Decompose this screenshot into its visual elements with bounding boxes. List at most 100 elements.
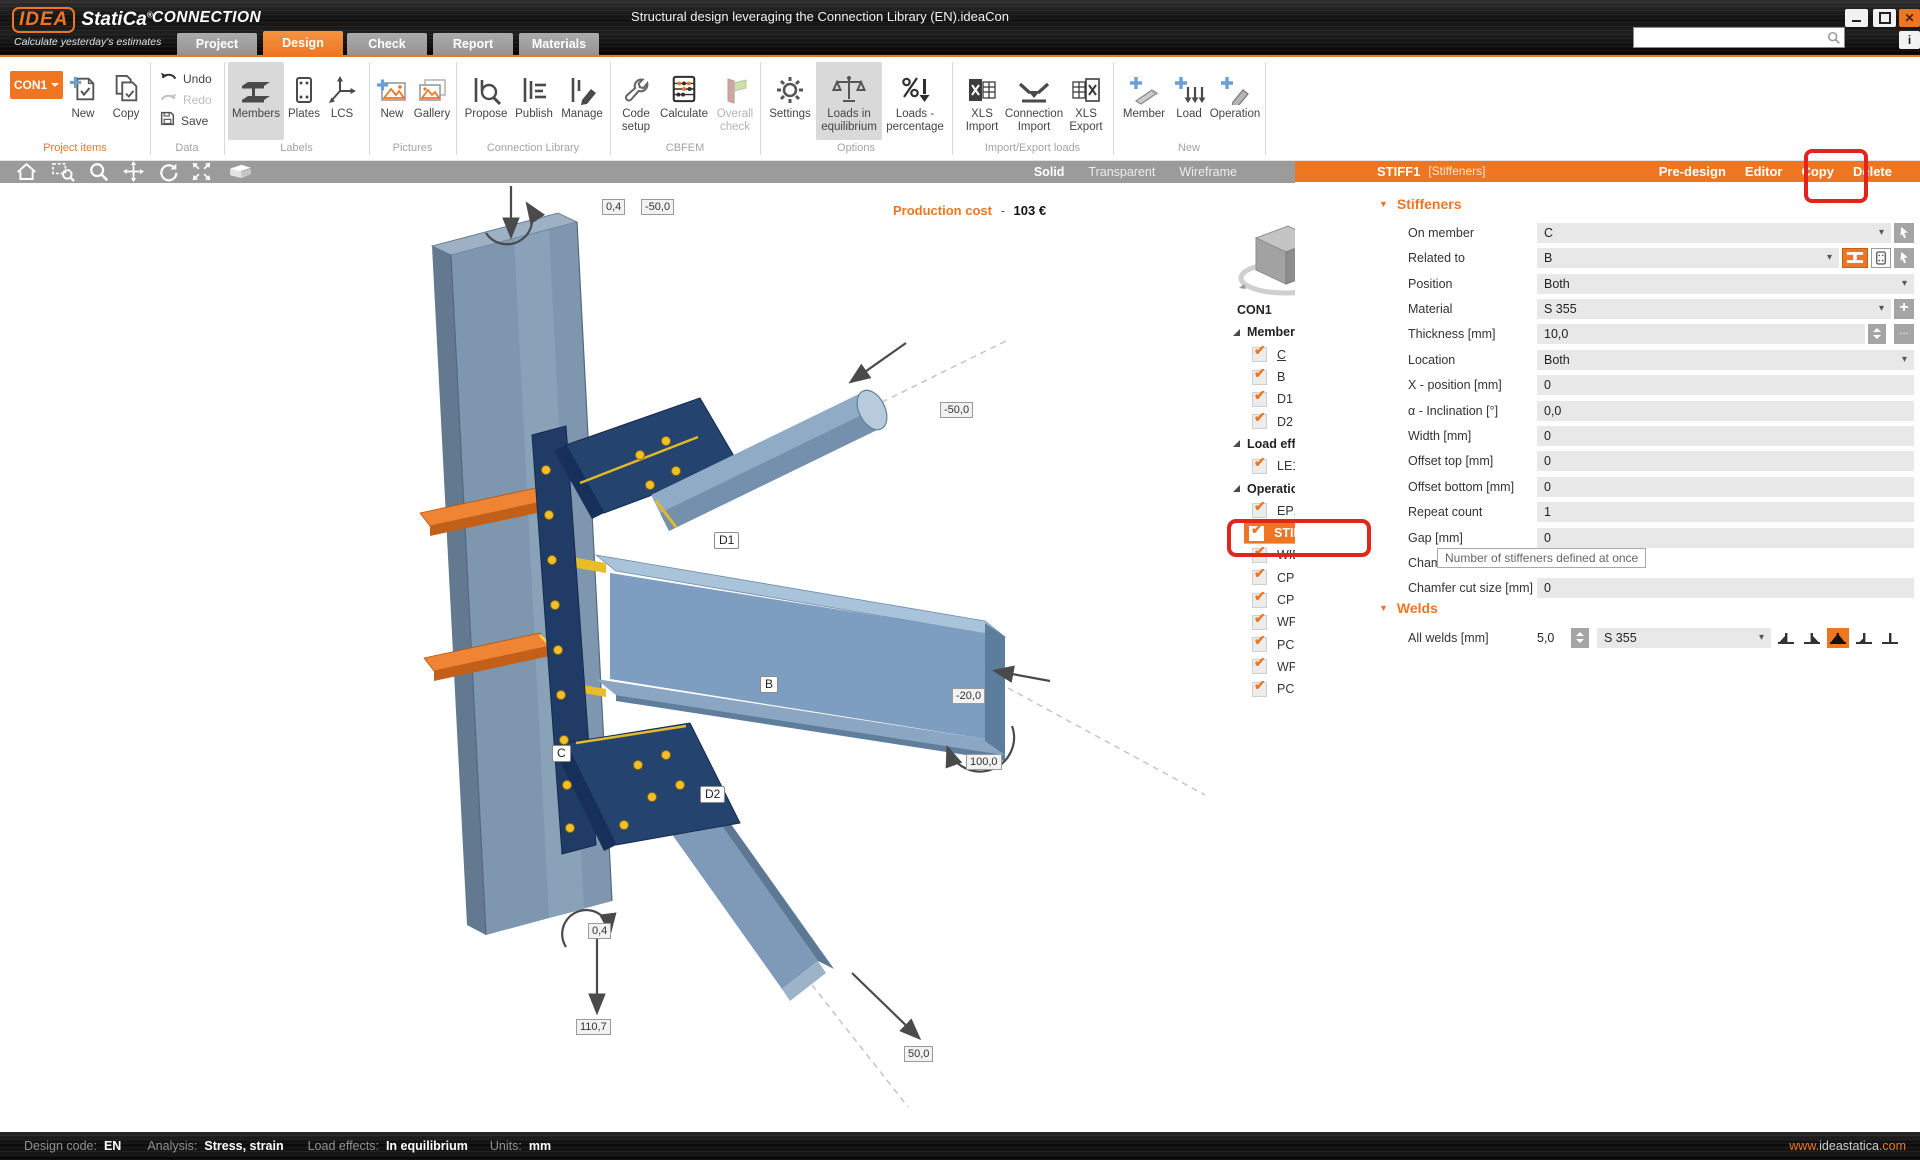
weld-thickness-spinner[interactable] xyxy=(1571,628,1589,648)
new-load-button[interactable]: Load xyxy=(1170,62,1208,140)
x-position-input[interactable]: 0 xyxy=(1537,375,1914,395)
mode-transparent[interactable]: Transparent xyxy=(1088,165,1155,179)
width-input[interactable]: 0 xyxy=(1537,426,1914,446)
tab-design[interactable]: Design xyxy=(263,31,343,55)
checkbox-checked-icon[interactable] xyxy=(1252,637,1267,652)
connection-selector-button[interactable]: CON1 xyxy=(10,71,63,99)
info-button[interactable] xyxy=(1899,31,1920,49)
weld-type-bevel-button[interactable] xyxy=(1853,628,1875,648)
related-plate-mode-button[interactable] xyxy=(1871,248,1891,268)
library-publish-button[interactable]: Publish xyxy=(512,62,556,140)
solid-brick-icon[interactable] xyxy=(228,163,253,180)
chamfer-cut-size-input[interactable]: 0 xyxy=(1537,578,1914,598)
member-label-d1[interactable]: D1 xyxy=(714,532,739,549)
gap-input[interactable]: 0 xyxy=(1537,528,1914,548)
redo-button[interactable]: Redo xyxy=(160,90,212,109)
copy-link[interactable]: Copy xyxy=(1801,164,1834,179)
minimize-button[interactable] xyxy=(1845,9,1868,27)
new-member-button[interactable]: Member xyxy=(1120,62,1168,140)
checkbox-checked-icon[interactable] xyxy=(1252,414,1267,429)
weld-type-double-fillet-button[interactable] xyxy=(1827,628,1849,648)
thickness-input[interactable]: 10,0 xyxy=(1537,324,1865,344)
search-input[interactable] xyxy=(1634,30,1827,45)
checkbox-checked-icon[interactable] xyxy=(1252,548,1267,563)
settings-button[interactable]: Settings xyxy=(766,62,814,140)
picture-gallery-button[interactable]: Gallery xyxy=(411,62,453,140)
weld-material-select[interactable]: S 355 xyxy=(1597,628,1771,648)
pan-icon[interactable] xyxy=(123,161,144,182)
copy-project-item-button[interactable]: Copy xyxy=(104,62,148,140)
position-select[interactable]: Both xyxy=(1537,274,1914,294)
mode-solid[interactable]: Solid xyxy=(1034,165,1065,179)
labels-plates-toggle[interactable]: Plates xyxy=(286,62,322,140)
maximize-button[interactable] xyxy=(1873,9,1896,27)
save-button[interactable]: Save xyxy=(160,111,208,130)
labels-lcs-toggle[interactable]: LCS xyxy=(324,62,360,140)
checkbox-checked-icon[interactable] xyxy=(1252,570,1267,585)
library-manage-button[interactable]: Manage xyxy=(558,62,606,140)
expander-icon[interactable] xyxy=(1233,329,1240,336)
pre-design-link[interactable]: Pre-design xyxy=(1659,164,1726,179)
member-label-c[interactable]: C xyxy=(552,745,571,762)
loads-in-equilibrium-toggle[interactable]: Loads in equilibrium xyxy=(816,62,882,140)
repeat-count-input[interactable]: 1 xyxy=(1537,502,1914,522)
checkbox-checked-icon[interactable] xyxy=(1249,526,1264,541)
xls-export-button[interactable]: XLS Export xyxy=(1064,62,1108,140)
library-propose-button[interactable]: Propose xyxy=(462,62,510,140)
zoom-icon[interactable] xyxy=(89,162,109,182)
checkbox-checked-icon[interactable] xyxy=(1252,459,1267,474)
overall-check-button[interactable]: Overall check xyxy=(712,62,758,140)
close-button[interactable] xyxy=(1899,9,1920,27)
mode-wireframe[interactable]: Wireframe xyxy=(1179,165,1237,179)
weld-type-fillet-left-button[interactable] xyxy=(1775,628,1797,648)
tab-project[interactable]: Project xyxy=(177,33,257,55)
checkbox-checked-icon[interactable] xyxy=(1252,503,1267,518)
delete-link[interactable]: Delete xyxy=(1853,164,1892,179)
tab-report[interactable]: Report xyxy=(433,33,513,55)
expander-icon[interactable] xyxy=(1233,440,1240,447)
section-stiffeners[interactable]: Stiffeners xyxy=(1379,196,1462,212)
pick-member-button[interactable] xyxy=(1894,223,1914,243)
related-to-select[interactable]: B xyxy=(1537,248,1839,268)
new-operation-button[interactable]: Operation xyxy=(1208,62,1262,140)
zoom-fit-icon[interactable] xyxy=(191,161,212,182)
new-project-item-button[interactable]: New xyxy=(62,62,104,140)
connection-import-button[interactable]: Connection Import xyxy=(1006,62,1062,140)
website-link[interactable]: www.ideastatica.com xyxy=(1789,1139,1920,1153)
add-material-button[interactable] xyxy=(1894,299,1914,319)
code-setup-button[interactable]: Code setup xyxy=(616,62,656,140)
search-box[interactable] xyxy=(1633,27,1845,48)
on-member-select[interactable]: C xyxy=(1537,223,1891,243)
picture-new-button[interactable]: New xyxy=(373,62,411,140)
member-label-d2[interactable]: D2 xyxy=(700,786,725,803)
thickness-more-button[interactable] xyxy=(1894,324,1914,344)
calculate-button[interactable]: Calculate xyxy=(658,62,710,140)
checkbox-checked-icon[interactable] xyxy=(1252,659,1267,674)
location-select[interactable]: Both xyxy=(1537,350,1914,370)
tab-check[interactable]: Check xyxy=(347,33,427,55)
expander-icon[interactable] xyxy=(1233,485,1240,492)
offset-top-input[interactable]: 0 xyxy=(1537,451,1914,471)
related-member-mode-button[interactable] xyxy=(1842,248,1868,268)
offset-bottom-input[interactable]: 0 xyxy=(1537,477,1914,497)
editor-link[interactable]: Editor xyxy=(1745,164,1783,179)
xls-import-button[interactable]: XLS Import xyxy=(960,62,1004,140)
rotate-view-icon[interactable] xyxy=(158,162,178,182)
checkbox-checked-icon[interactable] xyxy=(1252,370,1267,385)
weld-type-fillet-right-button[interactable] xyxy=(1801,628,1823,648)
pick-related-button[interactable] xyxy=(1894,248,1914,268)
loads-percentage-button[interactable]: Loads - percentage xyxy=(884,62,946,140)
home-view-icon[interactable] xyxy=(16,162,37,182)
weld-thickness-value[interactable]: 5,0 xyxy=(1537,631,1571,645)
material-select[interactable]: S 355 xyxy=(1537,299,1891,319)
section-welds[interactable]: Welds xyxy=(1379,600,1438,616)
inclination-input[interactable]: 0,0 xyxy=(1537,401,1914,421)
checkbox-checked-icon[interactable] xyxy=(1252,347,1267,362)
3d-viewport[interactable] xyxy=(0,183,1353,1132)
labels-members-toggle[interactable]: Members xyxy=(228,62,284,140)
checkbox-checked-icon[interactable] xyxy=(1252,682,1267,697)
weld-type-butt-button[interactable] xyxy=(1879,628,1901,648)
checkbox-checked-icon[interactable] xyxy=(1252,593,1267,608)
checkbox-checked-icon[interactable] xyxy=(1252,392,1267,407)
member-label-b[interactable]: B xyxy=(760,676,778,693)
